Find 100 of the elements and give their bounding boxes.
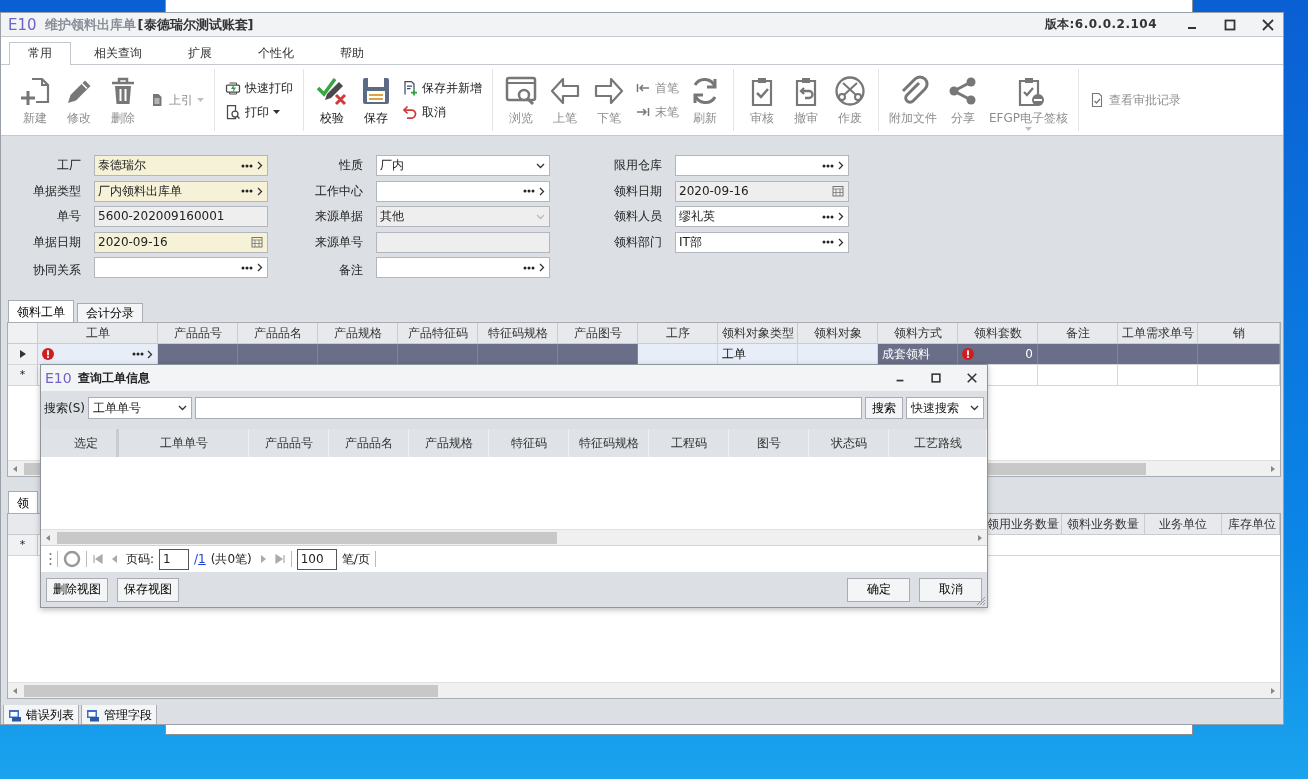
column-header[interactable]: 产品图号	[558, 323, 638, 343]
column-header[interactable]: 状态码	[809, 429, 889, 457]
lookup-field[interactable]: 缪礼英	[675, 206, 849, 227]
grid-tab[interactable]: 领料工单	[8, 300, 74, 322]
dialog-button[interactable]: 删除视图	[46, 577, 108, 602]
column-header[interactable]: 产品品名	[238, 323, 318, 343]
column-header[interactable]: 产品规格	[318, 323, 398, 343]
row-header[interactable]: *	[8, 365, 38, 385]
chevron-down-icon[interactable]	[970, 405, 979, 411]
dialog-button[interactable]: 确定	[847, 577, 910, 602]
horizontal-scrollbar[interactable]	[8, 682, 1280, 698]
column-header[interactable]: 工单单号	[119, 429, 249, 457]
column-header[interactable]: 特征码规格	[569, 429, 649, 457]
lookup-field[interactable]	[675, 155, 849, 176]
page-field[interactable]: 1	[159, 548, 190, 570]
ellipsis-icon[interactable]	[241, 189, 253, 193]
dialog-button[interactable]: 取消	[919, 577, 982, 602]
toolbar-button[interactable]: 打印	[221, 101, 297, 123]
search-mode-select[interactable]: 快速搜索	[906, 397, 984, 419]
chevron-right-icon[interactable]	[838, 161, 844, 170]
chevron-right-icon[interactable]	[257, 186, 263, 196]
horizontal-scrollbar[interactable]	[41, 529, 987, 545]
chevron-right-icon[interactable]	[838, 212, 844, 221]
chevron-right-icon[interactable]	[539, 263, 545, 272]
chevron-right-icon[interactable]	[257, 263, 263, 272]
grid-tab[interactable]: 会计分录	[77, 303, 143, 322]
column-header[interactable]: 领料业务数量	[1062, 514, 1145, 534]
lookup-field[interactable]	[376, 257, 550, 278]
close-icon[interactable]	[1261, 17, 1275, 32]
ellipsis-icon[interactable]	[523, 189, 535, 193]
dialog-button[interactable]: 保存视图	[117, 577, 179, 602]
toolbar-button[interactable]: 取消	[398, 101, 486, 123]
column-header[interactable]: 工序	[638, 323, 718, 343]
column-header[interactable]: 备注	[1038, 323, 1118, 343]
dropdown-field[interactable]: 厂内	[376, 155, 550, 176]
column-header[interactable]: 领料对象	[798, 323, 878, 343]
column-header[interactable]: 库存单位	[1222, 514, 1280, 534]
column-header[interactable]: 工艺路线	[889, 429, 987, 457]
ribbon-tab[interactable]: 常用	[9, 41, 71, 65]
chevron-right-icon[interactable]	[838, 237, 844, 247]
toolbar-button[interactable]: 快速打印	[221, 77, 297, 99]
scrollbar-thumb[interactable]	[24, 684, 438, 697]
page-count-link[interactable]: 1	[198, 551, 206, 567]
panel-tab[interactable]: 错误列表	[3, 705, 79, 724]
column-header[interactable]: 特征码规格	[478, 323, 558, 343]
toolbar-button[interactable]: 保存并新增	[398, 77, 486, 99]
date-field[interactable]: 2020-09-16	[94, 231, 268, 253]
column-header[interactable]: 工单需求单号	[1118, 323, 1198, 343]
column-header[interactable]: 销	[1198, 323, 1280, 343]
ellipsis-icon[interactable]	[523, 265, 535, 270]
lookup-field[interactable]: 泰德瑞尔	[94, 155, 268, 176]
column-header[interactable]: 图号	[729, 429, 809, 457]
ribbon-tab[interactable]: 个性化	[235, 41, 317, 65]
lookup-field[interactable]	[376, 180, 550, 202]
grid-tab[interactable]: 领	[8, 491, 38, 513]
lookup-field[interactable]: IT部	[675, 231, 849, 253]
column-header[interactable]: 领料方式	[878, 323, 958, 343]
ellipsis-icon[interactable]	[132, 352, 144, 356]
lookup-field[interactable]: 厂内领料出库单	[94, 180, 268, 202]
column-header[interactable]: 特征码	[489, 429, 569, 457]
ribbon-tab[interactable]: 扩展	[165, 41, 235, 65]
calendar-icon[interactable]	[251, 236, 263, 248]
row-header[interactable]	[8, 344, 38, 364]
panel-tab[interactable]: 管理字段	[81, 705, 157, 724]
table-cell[interactable]	[38, 344, 158, 364]
search-field-select[interactable]: 工单单号	[88, 397, 192, 419]
chevron-down-icon[interactable]	[178, 405, 187, 411]
lookup-field[interactable]	[94, 257, 268, 278]
ellipsis-icon[interactable]	[822, 240, 834, 244]
row-header[interactable]: *	[8, 535, 38, 555]
column-header[interactable]: 工程码	[649, 429, 729, 457]
scrollbar-thumb[interactable]	[57, 531, 557, 544]
column-header[interactable]: 产品特征码	[398, 323, 478, 343]
search-button[interactable]: 搜索	[865, 397, 903, 419]
ellipsis-icon[interactable]	[241, 265, 253, 270]
close-icon[interactable]	[966, 372, 978, 384]
ellipsis-icon[interactable]	[241, 163, 253, 168]
column-header[interactable]: 领料对象类型	[718, 323, 798, 343]
maximize-icon[interactable]	[1223, 17, 1237, 32]
ribbon-tab[interactable]: 相关查询	[71, 41, 165, 65]
toolbar-button[interactable]: 校验	[310, 72, 354, 128]
page-size-field[interactable]: 100	[296, 548, 337, 570]
column-header[interactable]: 业务单位	[1145, 514, 1222, 534]
chevron-right-icon[interactable]	[147, 349, 153, 359]
resize-grip-icon[interactable]	[976, 596, 986, 606]
column-header[interactable]: 工单	[38, 323, 158, 343]
column-header[interactable]: 产品规格	[409, 429, 489, 457]
column-header[interactable]: 选定	[41, 429, 119, 457]
column-header[interactable]: 产品品号	[249, 429, 329, 457]
column-header[interactable]: 产品品名	[329, 429, 409, 457]
search-input[interactable]	[195, 397, 862, 419]
chevron-down-icon[interactable]	[536, 162, 545, 169]
ellipsis-icon[interactable]	[822, 214, 834, 219]
ribbon-tab[interactable]: 帮助	[317, 41, 387, 65]
ellipsis-icon[interactable]	[822, 163, 834, 168]
toolbar-button[interactable]: 保存	[354, 72, 398, 128]
column-header[interactable]: 领料套数	[958, 323, 1038, 343]
refresh-ring-icon[interactable]	[63, 550, 81, 568]
maximize-icon[interactable]	[930, 372, 942, 384]
column-header[interactable]: 产品品号	[158, 323, 238, 343]
